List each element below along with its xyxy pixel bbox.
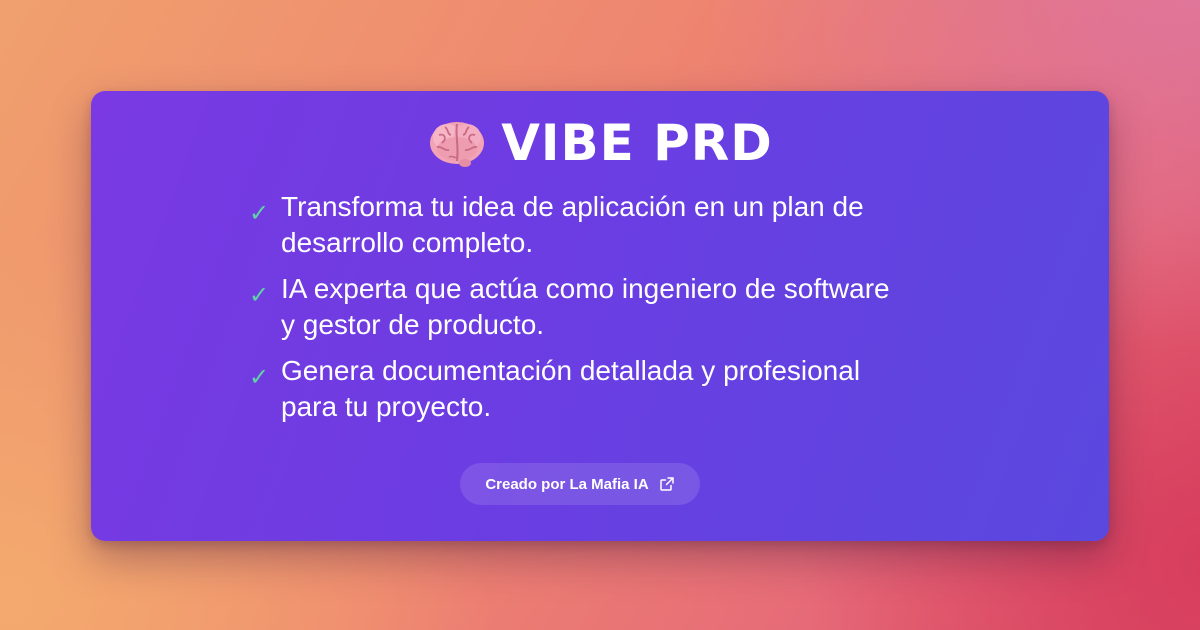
check-icon: ✓ [249,281,270,309]
check-icon: ✓ [249,363,270,391]
feature-list: ✓ Transforma tu idea de aplicación en un… [249,189,909,435]
external-link-icon [659,477,674,491]
credit-link[interactable]: Creado por La Mafia IA [460,463,700,505]
list-item: ✓ IA experta que actúa como ingeniero de… [249,271,909,343]
credit-label: Creado por La Mafia IA [485,475,649,493]
title-row: VIBE PRD [91,113,1109,173]
feature-text: Genera documentación detallada y profesi… [281,355,861,422]
list-item: ✓ Transforma tu idea de aplicación en un… [249,189,909,261]
check-icon: ✓ [249,199,270,227]
list-item: ✓ Genera documentación detallada y profe… [249,353,909,425]
feature-text: Transforma tu idea de aplicación en un p… [281,191,864,258]
feature-text: IA experta que actúa como ingeniero de s… [281,273,890,340]
page-title: VIBE PRD [501,114,773,172]
brain-icon [430,122,485,167]
hero-card: VIBE PRD ✓ Transforma tu idea de aplicac… [91,91,1109,541]
